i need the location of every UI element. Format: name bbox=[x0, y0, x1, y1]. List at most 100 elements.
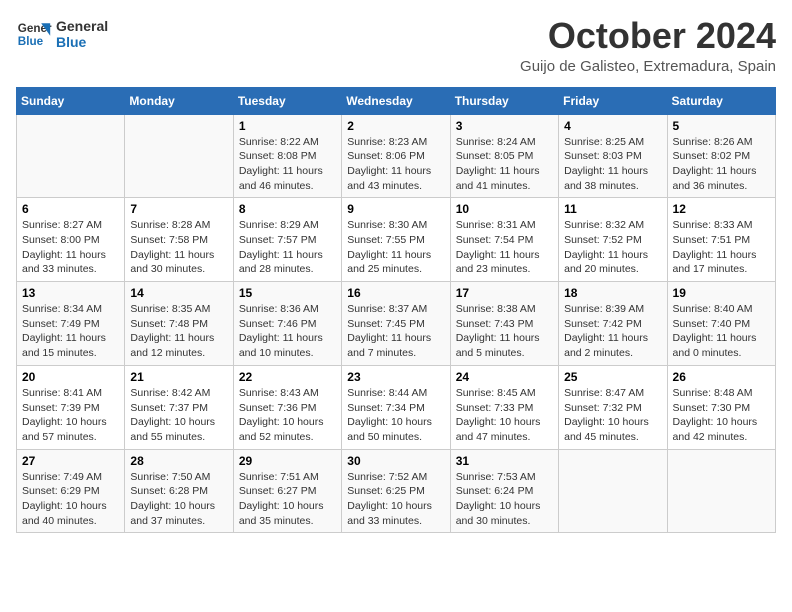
day-header-thursday: Thursday bbox=[450, 87, 558, 114]
cell-info: Sunrise: 7:51 AMSunset: 6:27 PMDaylight:… bbox=[239, 470, 336, 529]
cell-info: Sunrise: 8:28 AMSunset: 7:58 PMDaylight:… bbox=[130, 218, 227, 277]
calendar-cell: 16Sunrise: 8:37 AMSunset: 7:45 PMDayligh… bbox=[342, 282, 450, 366]
calendar-cell: 31Sunrise: 7:53 AMSunset: 6:24 PMDayligh… bbox=[450, 449, 558, 533]
day-number: 12 bbox=[673, 202, 770, 216]
day-number: 30 bbox=[347, 454, 444, 468]
calendar-cell: 4Sunrise: 8:25 AMSunset: 8:03 PMDaylight… bbox=[559, 114, 667, 198]
calendar-cell: 27Sunrise: 7:49 AMSunset: 6:29 PMDayligh… bbox=[17, 449, 125, 533]
day-number: 10 bbox=[456, 202, 553, 216]
cell-info: Sunrise: 8:23 AMSunset: 8:06 PMDaylight:… bbox=[347, 135, 444, 194]
day-number: 17 bbox=[456, 286, 553, 300]
cell-info: Sunrise: 8:35 AMSunset: 7:48 PMDaylight:… bbox=[130, 302, 227, 361]
title-block: October 2024 Guijo de Galisteo, Extremad… bbox=[520, 16, 776, 75]
logo: General Blue General Blue bbox=[16, 16, 108, 52]
day-number: 8 bbox=[239, 202, 336, 216]
day-number: 21 bbox=[130, 370, 227, 384]
calendar-cell: 7 Sunrise: 8:28 AMSunset: 7:58 PMDaylight… bbox=[125, 198, 233, 282]
day-number: 23 bbox=[347, 370, 444, 384]
day-header-monday: Monday bbox=[125, 87, 233, 114]
cell-info: Sunrise: 8:27 AMSunset: 8:00 PMDaylight:… bbox=[22, 218, 119, 277]
day-number: 19 bbox=[673, 286, 770, 300]
day-number: 6 bbox=[22, 202, 119, 216]
cell-info: Sunrise: 8:45 AMSunset: 7:33 PMDaylight:… bbox=[456, 386, 553, 445]
day-number: 31 bbox=[456, 454, 553, 468]
cell-info: Sunrise: 8:34 AMSunset: 7:49 PMDaylight:… bbox=[22, 302, 119, 361]
cell-info: Sunrise: 8:31 AMSunset: 7:54 PMDaylight:… bbox=[456, 218, 553, 277]
calendar-cell: 26Sunrise: 8:48 AMSunset: 7:30 PMDayligh… bbox=[667, 365, 775, 449]
calendar-week-3: 13 Sunrise: 8:34 AMSunset: 7:49 PMDayligh… bbox=[17, 282, 776, 366]
day-number: 20 bbox=[22, 370, 119, 384]
day-number: 22 bbox=[239, 370, 336, 384]
calendar-cell: 23 Sunrise: 8:44 AMSunset: 7:34 PMDayligh… bbox=[342, 365, 450, 449]
day-number: 29 bbox=[239, 454, 336, 468]
logo-icon: General Blue bbox=[16, 16, 52, 52]
day-number: 13 bbox=[22, 286, 119, 300]
calendar-cell bbox=[559, 449, 667, 533]
calendar-cell bbox=[17, 114, 125, 198]
calendar-cell: 3 Sunrise: 8:24 AMSunset: 8:05 PMDaylight… bbox=[450, 114, 558, 198]
calendar-cell: 19 Sunrise: 8:40 AMSunset: 7:40 PMDayligh… bbox=[667, 282, 775, 366]
calendar-cell: 22 Sunrise: 8:43 AMSunset: 7:36 PMDayligh… bbox=[233, 365, 341, 449]
cell-info: Sunrise: 8:40 AMSunset: 7:40 PMDaylight:… bbox=[673, 302, 770, 361]
day-number: 25 bbox=[564, 370, 661, 384]
day-header-wednesday: Wednesday bbox=[342, 87, 450, 114]
calendar-cell: 29 Sunrise: 7:51 AMSunset: 6:27 PMDayligh… bbox=[233, 449, 341, 533]
cell-info: Sunrise: 8:42 AMSunset: 7:37 PMDaylight:… bbox=[130, 386, 227, 445]
cell-info: Sunrise: 8:25 AMSunset: 8:03 PMDaylight:… bbox=[564, 135, 661, 194]
cell-info: Sunrise: 8:36 AMSunset: 7:46 PMDaylight:… bbox=[239, 302, 336, 361]
day-header-friday: Friday bbox=[559, 87, 667, 114]
day-number: 1 bbox=[239, 119, 336, 133]
calendar-cell: 6 Sunrise: 8:27 AMSunset: 8:00 PMDaylight… bbox=[17, 198, 125, 282]
calendar-week-5: 27Sunrise: 7:49 AMSunset: 6:29 PMDayligh… bbox=[17, 449, 776, 533]
svg-text:Blue: Blue bbox=[18, 35, 44, 48]
calendar-cell: 5 Sunrise: 8:26 AMSunset: 8:02 PMDaylight… bbox=[667, 114, 775, 198]
calendar-cell: 10 Sunrise: 8:31 AMSunset: 7:54 PMDayligh… bbox=[450, 198, 558, 282]
cell-info: Sunrise: 8:29 AMSunset: 7:57 PMDaylight:… bbox=[239, 218, 336, 277]
cell-info: Sunrise: 8:26 AMSunset: 8:02 PMDaylight:… bbox=[673, 135, 770, 194]
day-number: 7 bbox=[130, 202, 227, 216]
calendar-cell: 9Sunrise: 8:30 AMSunset: 7:55 PMDaylight… bbox=[342, 198, 450, 282]
calendar-cell bbox=[667, 449, 775, 533]
calendar-cell: 30 Sunrise: 7:52 AMSunset: 6:25 PMDayligh… bbox=[342, 449, 450, 533]
cell-info: Sunrise: 7:52 AMSunset: 6:25 PMDaylight:… bbox=[347, 470, 444, 529]
calendar-cell: 13 Sunrise: 8:34 AMSunset: 7:49 PMDayligh… bbox=[17, 282, 125, 366]
calendar-cell: 12 Sunrise: 8:33 AMSunset: 7:51 PMDayligh… bbox=[667, 198, 775, 282]
cell-info: Sunrise: 8:32 AMSunset: 7:52 PMDaylight:… bbox=[564, 218, 661, 277]
calendar-cell: 15Sunrise: 8:36 AMSunset: 7:46 PMDayligh… bbox=[233, 282, 341, 366]
cell-info: Sunrise: 8:44 AMSunset: 7:34 PMDaylight:… bbox=[347, 386, 444, 445]
day-number: 3 bbox=[456, 119, 553, 133]
calendar-cell: 28Sunrise: 7:50 AMSunset: 6:28 PMDayligh… bbox=[125, 449, 233, 533]
cell-info: Sunrise: 8:38 AMSunset: 7:43 PMDaylight:… bbox=[456, 302, 553, 361]
day-header-saturday: Saturday bbox=[667, 87, 775, 114]
calendar-cell: 17 Sunrise: 8:38 AMSunset: 7:43 PMDayligh… bbox=[450, 282, 558, 366]
calendar-cell: 8 Sunrise: 8:29 AMSunset: 7:57 PMDaylight… bbox=[233, 198, 341, 282]
location-title: Guijo de Galisteo, Extremadura, Spain bbox=[520, 58, 776, 75]
logo-blue: Blue bbox=[56, 34, 108, 50]
cell-info: Sunrise: 7:49 AMSunset: 6:29 PMDaylight:… bbox=[22, 470, 119, 529]
calendar-cell: 18Sunrise: 8:39 AMSunset: 7:42 PMDayligh… bbox=[559, 282, 667, 366]
day-header-tuesday: Tuesday bbox=[233, 87, 341, 114]
calendar-cell: 24Sunrise: 8:45 AMSunset: 7:33 PMDayligh… bbox=[450, 365, 558, 449]
calendar-week-4: 20 Sunrise: 8:41 AMSunset: 7:39 PMDayligh… bbox=[17, 365, 776, 449]
cell-info: Sunrise: 8:43 AMSunset: 7:36 PMDaylight:… bbox=[239, 386, 336, 445]
calendar-week-1: 1Sunrise: 8:22 AMSunset: 8:08 PMDaylight… bbox=[17, 114, 776, 198]
cell-info: Sunrise: 8:39 AMSunset: 7:42 PMDaylight:… bbox=[564, 302, 661, 361]
calendar-cell: 25Sunrise: 8:47 AMSunset: 7:32 PMDayligh… bbox=[559, 365, 667, 449]
cell-info: Sunrise: 8:48 AMSunset: 7:30 PMDaylight:… bbox=[673, 386, 770, 445]
calendar-table: SundayMondayTuesdayWednesdayThursdayFrid… bbox=[16, 87, 776, 534]
month-title: October 2024 bbox=[520, 16, 776, 56]
logo-general: General bbox=[56, 18, 108, 34]
calendar-cell: 1Sunrise: 8:22 AMSunset: 8:08 PMDaylight… bbox=[233, 114, 341, 198]
cell-info: Sunrise: 8:41 AMSunset: 7:39 PMDaylight:… bbox=[22, 386, 119, 445]
day-number: 2 bbox=[347, 119, 444, 133]
day-number: 5 bbox=[673, 119, 770, 133]
day-number: 11 bbox=[564, 202, 661, 216]
cell-info: Sunrise: 8:33 AMSunset: 7:51 PMDaylight:… bbox=[673, 218, 770, 277]
day-number: 14 bbox=[130, 286, 227, 300]
calendar-cell bbox=[125, 114, 233, 198]
cell-info: Sunrise: 8:24 AMSunset: 8:05 PMDaylight:… bbox=[456, 135, 553, 194]
day-number: 16 bbox=[347, 286, 444, 300]
calendar-cell: 20 Sunrise: 8:41 AMSunset: 7:39 PMDayligh… bbox=[17, 365, 125, 449]
cell-info: Sunrise: 7:50 AMSunset: 6:28 PMDaylight:… bbox=[130, 470, 227, 529]
calendar-cell: 21 Sunrise: 8:42 AMSunset: 7:37 PMDayligh… bbox=[125, 365, 233, 449]
